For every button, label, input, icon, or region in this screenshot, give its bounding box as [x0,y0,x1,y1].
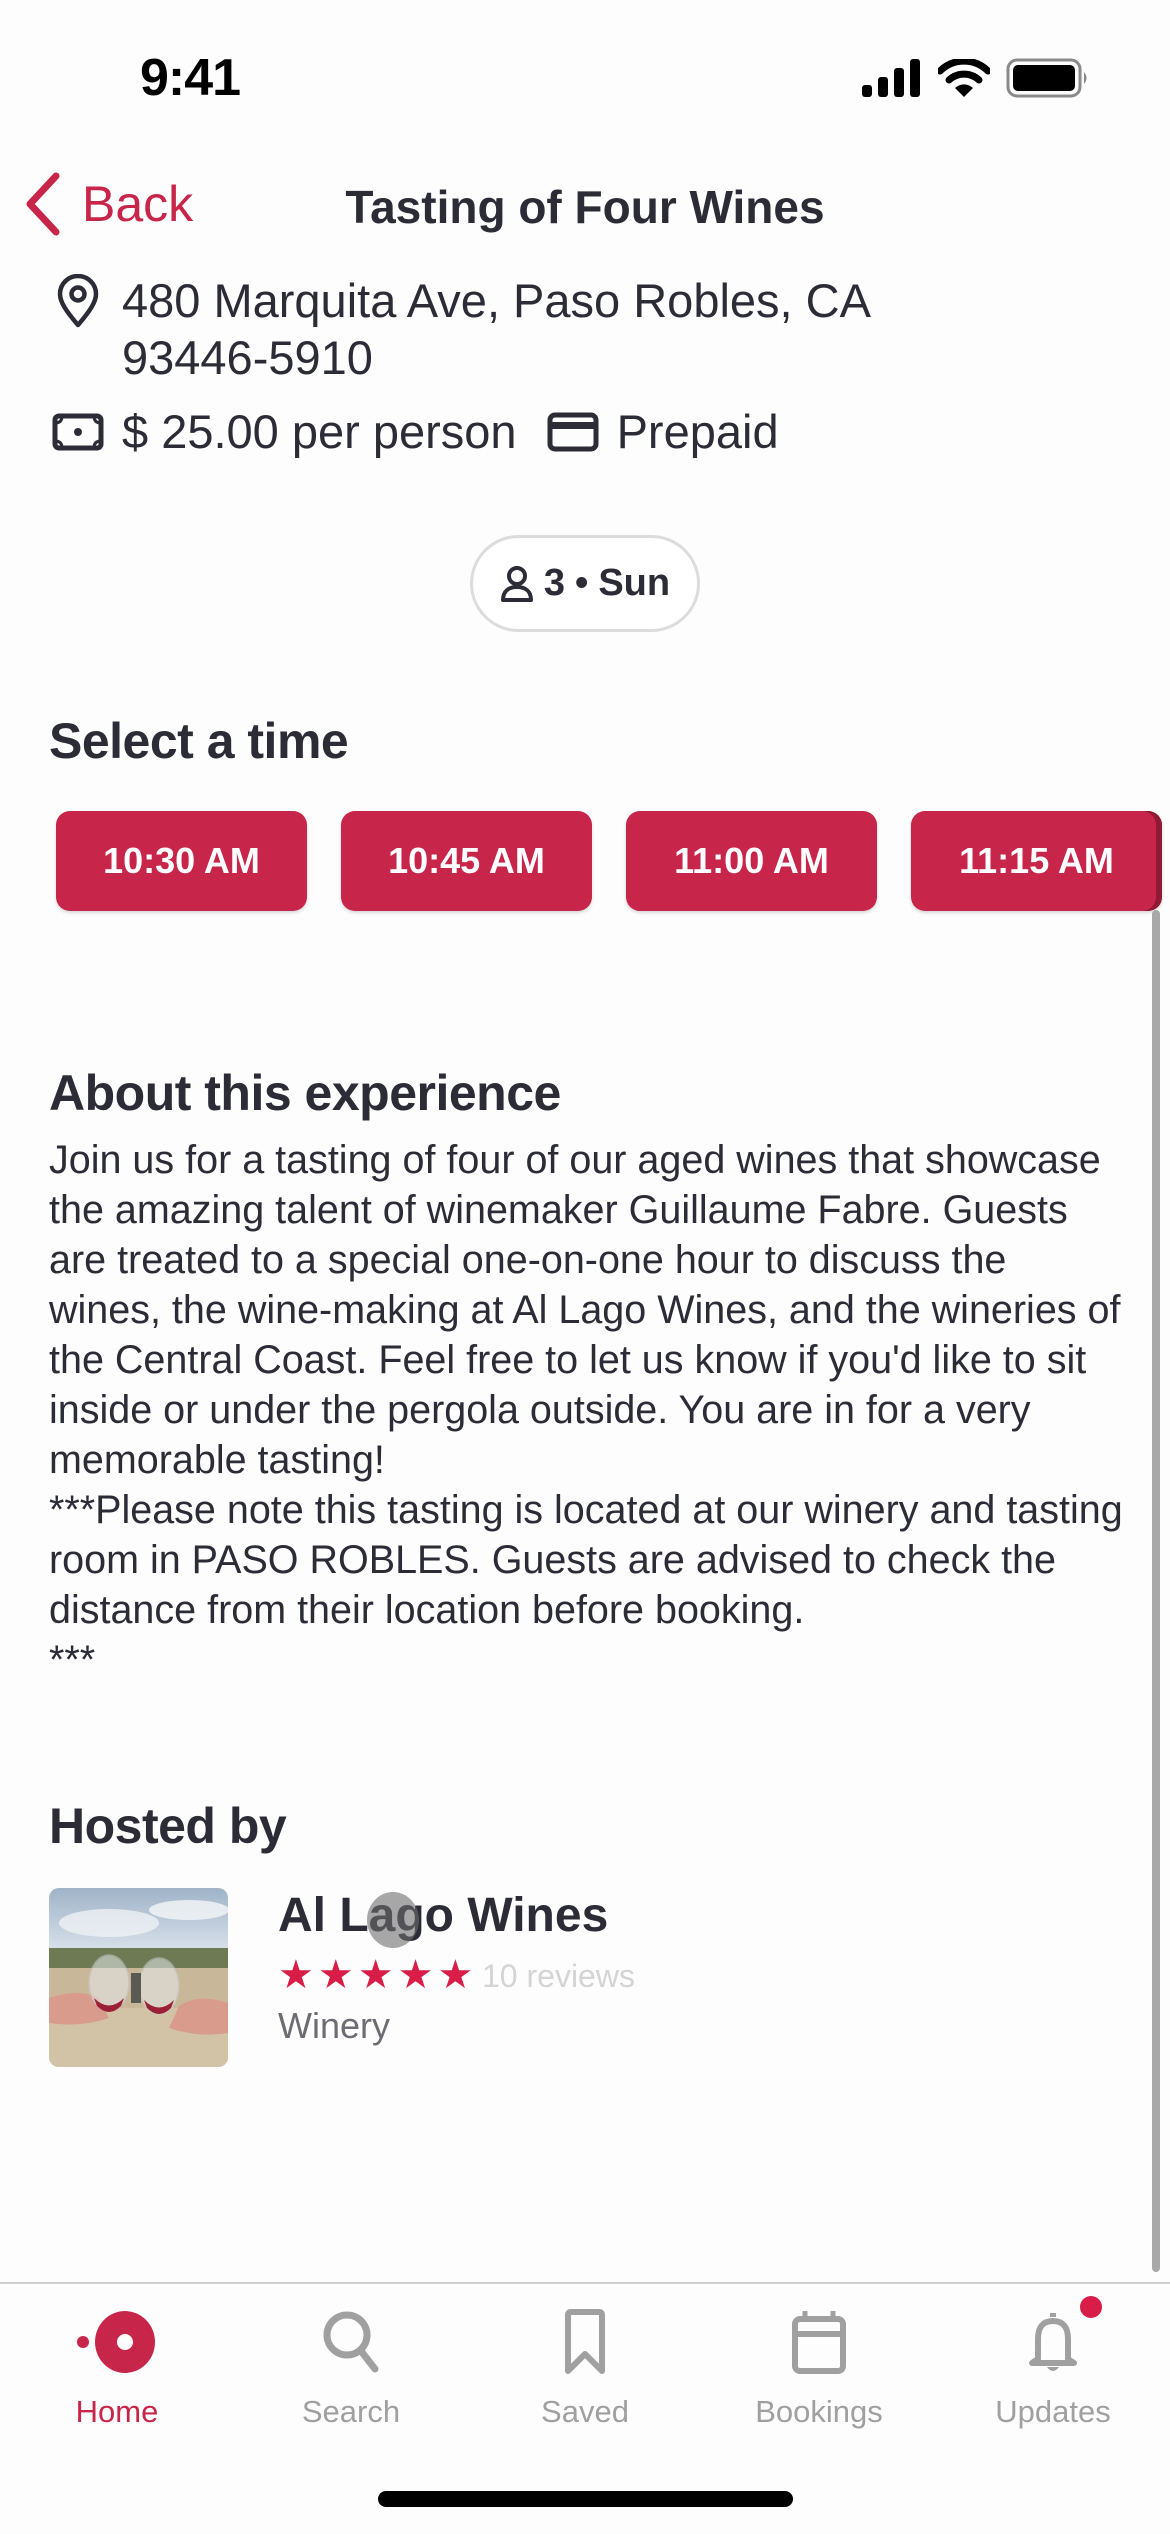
time-slot-button[interactable]: 11:00 AM [626,811,877,911]
search-icon [321,2304,381,2380]
person-icon [500,565,533,602]
star-icon: ★ [317,1953,354,1997]
tab-label: Bookings [755,2394,883,2429]
star-icon: ★ [437,1953,474,1997]
tab-updates[interactable]: Updates [936,2296,1170,2430]
tab-label: Home [75,2394,159,2429]
payment-text: Prepaid [616,405,779,458]
host-photo[interactable] [49,1888,228,2067]
location-pin-icon [50,272,106,329]
status-time: 9:41 [140,49,241,107]
review-count[interactable]: 10 reviews [482,1958,635,1995]
tab-label: Updates [995,2394,1111,2429]
time-slot-button[interactable]: 11:15 AM [911,811,1162,911]
notification-badge [1080,2296,1102,2318]
star-icon: ★ [397,1953,434,1997]
rating-stars: ★ ★ ★ ★ ★ [278,1955,473,1995]
cash-icon [50,403,106,460]
tab-label: Search [301,2394,401,2429]
tab-search[interactable]: Search [234,2304,468,2430]
about-description: Join us for a tasting of four of our age… [49,1138,1123,1682]
host-name[interactable]: Al Lago Wines [278,1888,608,1943]
tab-saved[interactable]: Saved [468,2304,702,2430]
chip-separator: • [575,562,589,604]
party-size-date-chip[interactable]: 3 • Sun [470,535,700,632]
status-icons [862,58,1090,98]
time-slot-button[interactable]: 10:45 AM [341,811,592,911]
guest-count: 3 [543,562,566,604]
host-type: Winery [278,2005,391,2046]
time-slot-list: 10:30 AM 10:45 AM 11:00 AM 11:15 AM [56,811,1162,911]
select-time-heading: Select a time [49,713,349,769]
address-row: 480 Marquita Ave, Paso Robles, CA 93446-… [50,272,950,386]
tab-bookings[interactable]: Bookings [702,2304,936,2430]
battery-icon [1006,58,1087,98]
tab-label: Saved [541,2394,629,2429]
touch-indicator [367,1892,419,1948]
bell-icon [1028,2296,1102,2380]
wifi-icon [938,59,990,97]
time-slot-button[interactable]: 10:30 AM [56,811,307,911]
chip-day: Sun [598,562,671,604]
home-logo-icon [75,2304,159,2380]
hosted-by-heading: Hosted by [49,1798,287,1854]
tab-home[interactable]: Home [0,2304,234,2430]
page-title: Tasting of Four Wines [345,181,825,233]
star-icon: ★ [278,1953,314,1997]
address-text: 480 Marquita Ave, Paso Robles, CA 93446-… [122,274,869,384]
home-indicator [378,2491,793,2507]
star-icon: ★ [357,1953,394,1997]
bookmark-icon [563,2304,607,2380]
calendar-icon [791,2304,847,2380]
signal-icon [862,59,920,97]
price-text: $ 25.00 per person [122,405,517,458]
vertical-scrollbar[interactable] [1152,910,1160,2272]
about-heading: About this experience [49,1065,561,1121]
price-row: $ 25.00 per person Prepaid [50,403,779,460]
credit-card-icon [545,403,601,460]
